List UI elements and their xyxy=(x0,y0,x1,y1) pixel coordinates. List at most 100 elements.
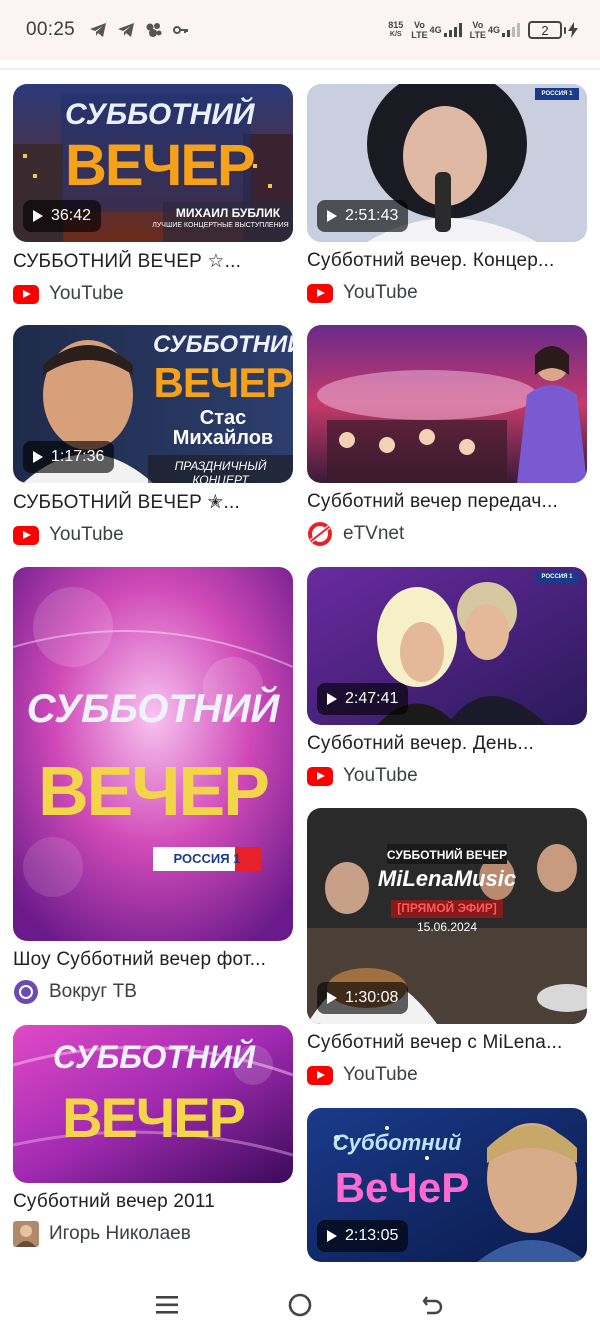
source-name: eTVnet xyxy=(343,523,405,544)
thumb-text-main: ВеЧеР xyxy=(334,1164,470,1211)
thumb-text-top: СУББОТНИЙ ВЕЧЕР xyxy=(386,848,508,862)
thumb-text-sub2: ЛУЧШИЕ КОНЦЕРТНЫЕ ВЫСТУПЛЕНИЯ xyxy=(152,222,289,229)
play-icon xyxy=(327,210,337,222)
result-thumbnail[interactable]: СУББОТНИЙ ВЕЧЕР МИХАИЛ БУБЛИК ЛУЧШИЕ КОН… xyxy=(13,84,293,242)
result-thumbnail[interactable]: РОССИЯ 1 2:51:43 xyxy=(307,84,587,242)
duration-badge: 1:30:08 xyxy=(317,982,409,1014)
back-button[interactable] xyxy=(413,1285,453,1325)
youtube-icon xyxy=(13,281,39,307)
result-source[interactable]: eTVnet xyxy=(307,521,587,547)
result-thumbnail[interactable] xyxy=(307,325,587,483)
duration-badge: 2:51:43 xyxy=(317,200,409,232)
thumb-text-top: Субботний xyxy=(332,1130,462,1155)
home-icon xyxy=(288,1293,312,1317)
net-speed-value: 815 xyxy=(388,20,404,30)
thumb-text-main: MiLenaMusic xyxy=(377,866,517,891)
duration-text: 36:42 xyxy=(51,207,92,224)
result-source[interactable]: YouTube xyxy=(307,763,587,789)
duration-text: 1:30:08 xyxy=(345,989,399,1006)
play-icon xyxy=(33,210,43,222)
play-icon xyxy=(327,693,337,705)
duration-badge: 1:17:36 xyxy=(23,441,115,473)
telegram-icon xyxy=(118,23,135,37)
recent-apps-button[interactable] xyxy=(147,1285,187,1325)
source-name: Игорь Николаев xyxy=(49,1223,191,1244)
battery-level: 2 xyxy=(528,21,562,39)
result-thumbnail[interactable]: СУББОТНИЙ ВЕЧЕР Стас Михайлов ПРАЗДНИЧНЫ… xyxy=(13,325,293,483)
duration-badge: 2:47:41 xyxy=(317,683,409,715)
channel-badge: РОССИЯ 1 xyxy=(541,574,573,580)
result-title[interactable]: Субботний вечер. Концер... xyxy=(307,250,587,272)
result-title[interactable]: Субботний вечер с MiLena... xyxy=(307,1032,587,1054)
result-title[interactable]: Субботний вечер 2011 xyxy=(13,1191,293,1213)
result-card[interactable]: СУББОТНИЙ ВЕЧЕР РОССИЯ 1 Шоу Субботний в… xyxy=(13,567,293,1005)
result-title[interactable]: СУББОТНИЙ ВЕЧЕР ☆... xyxy=(13,250,293,273)
result-source[interactable]: YouTube xyxy=(13,281,293,307)
thumbnail-image xyxy=(307,325,587,483)
source-name: YouTube xyxy=(343,282,418,303)
recent-apps-icon xyxy=(155,1296,178,1314)
thumb-text-sub3: ПРАЗДНИЧНЫЙ КОНЦЕРТ xyxy=(174,459,267,483)
result-source[interactable]: YouTube xyxy=(307,280,587,306)
thumb-text-sub: МИХАИЛ БУБЛИК xyxy=(175,206,281,220)
channel-badge: РОССИЯ 1 xyxy=(173,851,241,866)
net-speed-unit: K/S xyxy=(389,31,402,38)
result-source[interactable]: Вокруг ТВ xyxy=(13,979,293,1005)
result-thumbnail[interactable]: СУББОТНИЙ ВЕЧЕР MiLenaMusic [ПРЯМОЙ ЭФИР… xyxy=(307,808,587,1024)
vokrug-tv-logo-icon xyxy=(13,979,39,1005)
duration-badge: 2:13:05 xyxy=(317,1220,409,1252)
status-time: 00:25 xyxy=(26,19,76,40)
result-source[interactable]: Игорь Николаев xyxy=(13,1221,293,1247)
charging-bolt-icon xyxy=(568,22,578,38)
result-card[interactable]: РОССИЯ 1 2:47:41 Субботний вечер. День..… xyxy=(307,567,587,789)
result-card[interactable]: РОССИЯ 1 2:51:43 Субботний вечер. Концер… xyxy=(307,84,587,306)
result-card[interactable]: Субботний вечер передач... eTVnet xyxy=(307,325,587,547)
thumb-text-top: СУББОТНИЙ xyxy=(65,98,255,131)
thumb-text-sub2: 15.06.2024 xyxy=(416,920,478,934)
source-name: YouTube xyxy=(343,765,418,786)
dots-app-icon xyxy=(146,23,162,37)
thumb-text-sub: [ПРЯМОЙ ЭФИР] xyxy=(397,901,497,915)
duration-text: 2:13:05 xyxy=(345,1227,399,1244)
result-title[interactable]: СУББОТНИЙ ВЕЧЕР ✭... xyxy=(13,491,293,514)
result-card[interactable]: СУББОТНИЙ ВЕЧЕР Субботний вечер 2011 Иго… xyxy=(13,1025,293,1247)
battery-tip xyxy=(564,26,566,34)
signal-bars-icon xyxy=(502,23,520,37)
source-name: Вокруг ТВ xyxy=(49,981,137,1002)
result-thumbnail[interactable]: РОССИЯ 1 2:47:41 xyxy=(307,567,587,725)
source-name: YouTube xyxy=(49,524,124,545)
result-title[interactable]: Шоу Субботний вечер фот... xyxy=(13,949,293,971)
network-speed: 815 K/S xyxy=(388,20,403,40)
youtube-icon xyxy=(13,522,39,548)
sim1-signal: Vo LTE 4G xyxy=(411,20,462,40)
top-divider xyxy=(0,68,600,70)
result-card[interactable]: СУББОТНИЙ ВЕЧЕР Стас Михайлов ПРАЗДНИЧНЫ… xyxy=(13,325,293,548)
result-card[interactable]: СУББОТНИЙ ВЕЧЕР MiLenaMusic [ПРЯМОЙ ЭФИР… xyxy=(307,808,587,1088)
duration-text: 2:51:43 xyxy=(345,207,399,224)
duration-text: 1:17:36 xyxy=(51,448,105,465)
thumb-text-sub2: Михайлов xyxy=(172,427,274,449)
thumb-text-main: ВЕЧЕР xyxy=(153,359,293,406)
result-card[interactable]: СУББОТНИЙ ВЕЧЕР МИХАИЛ БУБЛИК ЛУЧШИЕ КОН… xyxy=(13,84,293,307)
play-icon xyxy=(33,451,43,463)
result-thumbnail[interactable]: СУББОТНИЙ ВЕЧЕР xyxy=(13,1025,293,1183)
result-title[interactable]: Субботний вечер. День... xyxy=(307,733,587,755)
system-nav-bar xyxy=(0,1268,600,1342)
thumb-text-main: ВЕЧЕР xyxy=(62,1086,246,1149)
result-card[interactable]: Субботний ВеЧеР 2:13:05 xyxy=(307,1108,587,1262)
result-source[interactable]: YouTube xyxy=(307,1062,587,1088)
result-title[interactable]: Субботний вечер передач... xyxy=(307,491,587,513)
home-button[interactable] xyxy=(280,1285,320,1325)
youtube-icon xyxy=(307,280,333,306)
youtube-icon xyxy=(307,763,333,789)
net-type-label: 4G xyxy=(429,25,442,35)
battery-icon: 2 xyxy=(528,21,578,39)
sim2-signal: Vo LTE 4G xyxy=(470,20,520,40)
result-thumbnail[interactable]: СУББОТНИЙ ВЕЧЕР РОССИЯ 1 xyxy=(13,567,293,941)
key-icon xyxy=(173,26,189,34)
result-thumbnail[interactable]: Субботний ВеЧеР 2:13:05 xyxy=(307,1108,587,1262)
thumb-text-top: СУББОТНИЙ xyxy=(26,687,280,731)
volte-label: Vo LTE xyxy=(469,20,486,40)
play-icon xyxy=(327,1230,337,1242)
result-source[interactable]: YouTube xyxy=(13,522,293,548)
